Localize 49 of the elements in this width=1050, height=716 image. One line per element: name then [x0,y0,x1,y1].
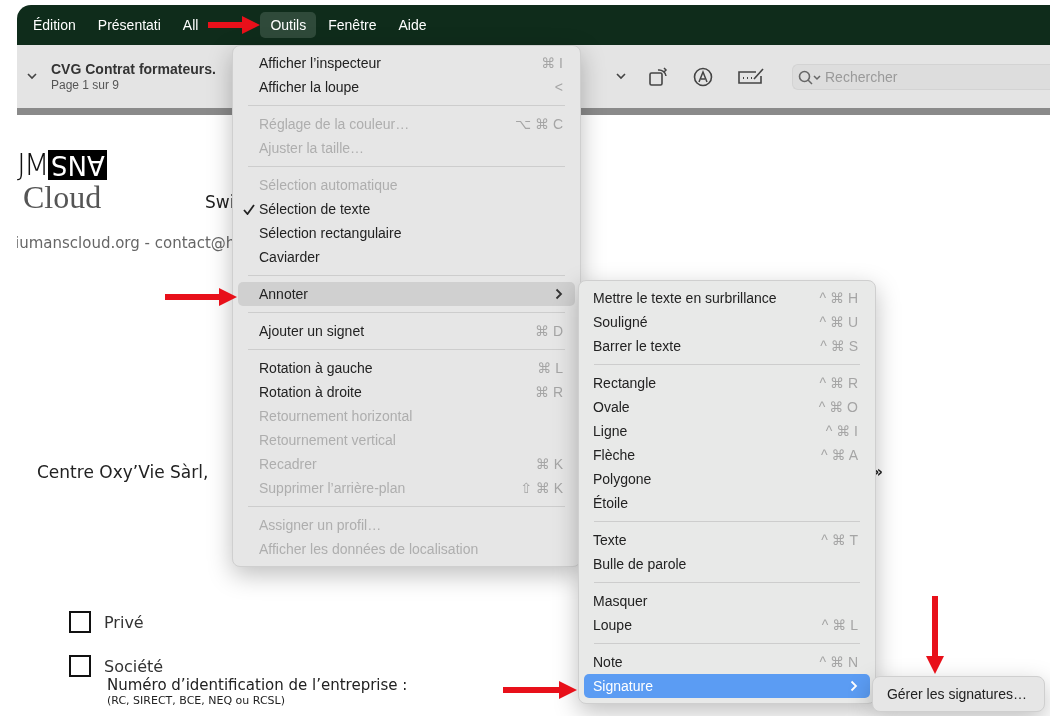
menu-item[interactable]: Note ^ ⌘ N [584,650,870,674]
pen-circle-icon[interactable] [692,65,714,88]
menu-item[interactable]: Polygone [584,467,870,491]
menu-item[interactable]: Annoter [238,282,575,306]
menu-item[interactable]: Sélection rectangulaire [238,221,575,245]
option-label: Société [104,656,164,676]
menu-item[interactable]: Ajouter un signet ⌘ D [238,319,575,343]
menu-bar-item[interactable]: All [172,12,209,38]
menu-item[interactable]: Bulle de parole [584,552,870,576]
checkmark-icon [242,203,255,215]
arrow [208,16,261,34]
menu-bar-item[interactable]: Édition [23,12,86,38]
menu-item[interactable]: Caviarder [238,245,575,269]
menu-item[interactable]: Afficher la loupe < [238,75,575,99]
logo: JM ANS Cloud [17,150,157,214]
menu-bar-item[interactable]: Présentati [87,12,171,38]
rotate-icon[interactable] [648,65,670,88]
arrow [165,288,237,306]
field-label: Numéro d’identification de l’entreprise : [107,676,408,694]
document-title: CVG Contrat formateurs. [51,61,216,77]
menu-item[interactable]: Étoile [584,491,870,515]
menu-item[interactable]: Masquer [584,589,870,613]
chevron-right-icon [555,288,563,300]
chevron-right-icon [850,680,858,692]
menu-bar-item[interactable]: Outils [260,12,317,38]
menu-item[interactable]: Texte ^ ⌘ T [584,528,870,552]
menu-item[interactable]: Ovale ^ ⌘ O [584,395,870,419]
menu-item[interactable]: Souligné ^ ⌘ U [584,310,870,334]
search-field[interactable]: Rechercher [792,63,1050,90]
checkbox[interactable] [69,655,91,677]
menu-item[interactable]: Flèche ^ ⌘ A [584,443,870,467]
menu-item[interactable]: Gérer les signatures… [877,682,1039,706]
search-icon [798,69,822,86]
menu-item[interactable]: Rectangle ^ ⌘ R [584,371,870,395]
field-hint: (RC, SIRECT, BCE, NEQ ou RCSL) [107,694,285,707]
menu-item[interactable]: Loupe ^ ⌘ L [584,613,870,637]
chevron-down-icon[interactable] [616,73,626,80]
option-label: Privé [104,612,144,632]
chevron-down-icon[interactable] [27,73,37,80]
menu-item[interactable]: Mettre le texte en surbrillance ^ ⌘ H [584,286,870,310]
checkbox[interactable] [69,611,91,633]
menu-item[interactable]: Rotation à gauche ⌘ L [238,356,575,380]
menu-bar-item[interactable]: Aide [388,12,437,38]
menu-item[interactable]: Barrer le texte ^ ⌘ S [584,334,870,358]
menu-item[interactable]: Sélection de texte [238,197,575,221]
menu-bar-item[interactable]: Fenêtre [318,12,387,38]
page-count: Page 1 sur 9 [51,78,121,92]
menu-item[interactable]: Rotation à droite ⌘ R [238,380,575,404]
company-name: Centre Oxy’Vie Sàrl, [37,462,209,482]
